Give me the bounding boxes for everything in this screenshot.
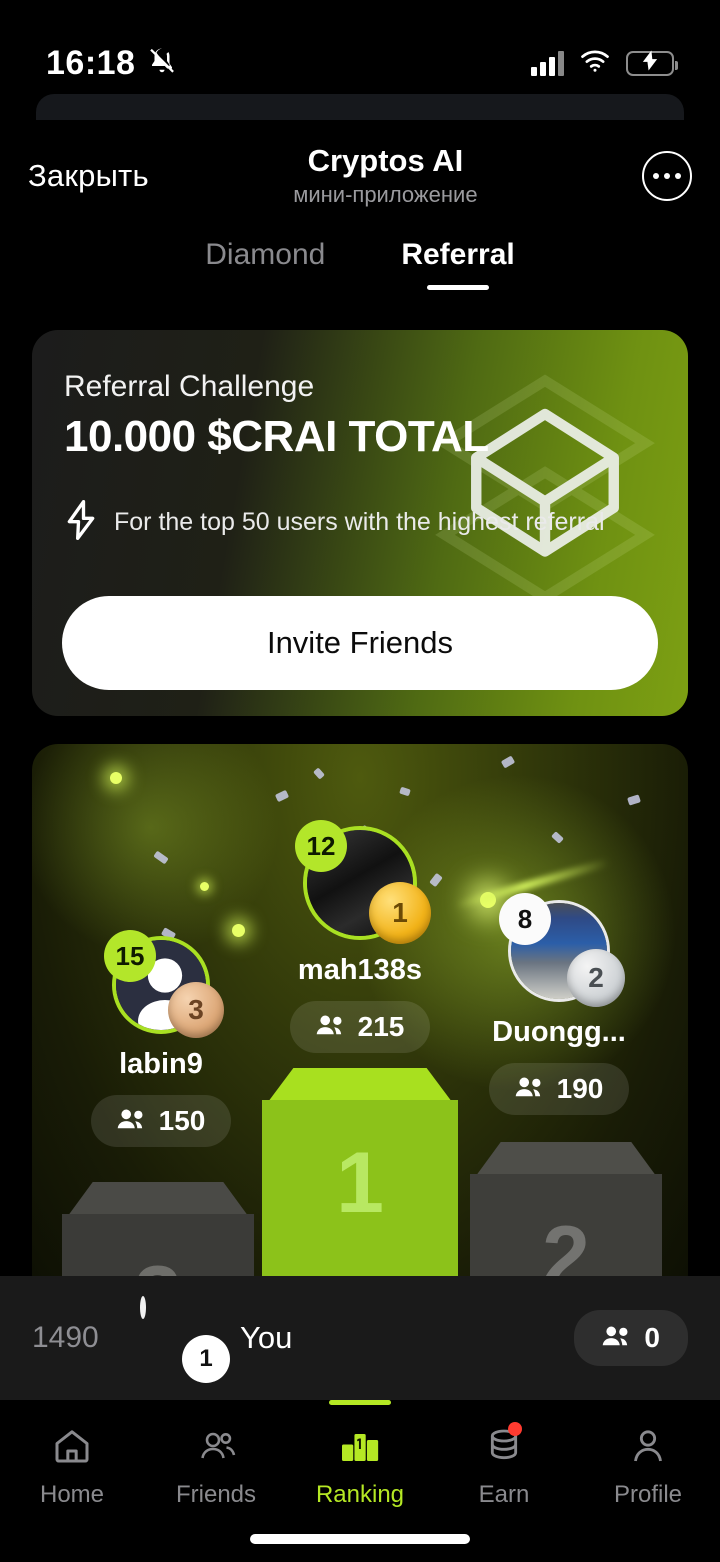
confetti-decor [500, 755, 516, 769]
banner-eyebrow: Referral Challenge [64, 370, 315, 403]
player-rank-badge: 8 [499, 893, 551, 945]
profile-icon [628, 1426, 668, 1471]
banner-note: For the top 50 users with the highest re… [64, 500, 648, 545]
nav-label: Earn [478, 1481, 530, 1508]
current-user-rank: 1490 [32, 1321, 99, 1354]
player-name: Duongg... [492, 1016, 626, 1048]
player-name: labin9 [119, 1048, 203, 1080]
confetti-decor [313, 767, 325, 780]
avatar-image [140, 1296, 146, 1319]
status-time: 16:18 [46, 43, 136, 82]
avatar[interactable]: 8 2 [499, 893, 625, 1007]
confetti-decor [399, 786, 411, 797]
invite-friends-button[interactable]: Invite Friends [62, 596, 658, 690]
podium-front-face: 1 [262, 1100, 458, 1302]
player-rank-badge: 15 [104, 930, 156, 982]
tab-diamond[interactable]: Diamond [205, 238, 325, 290]
current-user-level-badge: 1 [182, 1335, 230, 1383]
nav-label: Home [39, 1481, 105, 1508]
avatar[interactable]: 12 1 [295, 820, 431, 944]
page-title: Cryptos AI [307, 142, 464, 178]
wifi-icon [580, 49, 610, 78]
banner-headline: 10.000 $CRAI TOTAL [64, 412, 489, 461]
spark-decor [200, 882, 209, 891]
banner-text-block: Referral Challenge 10.000 $CRAI TOTAL Fo… [32, 330, 688, 545]
cellular-signal-icon [531, 50, 564, 76]
nav-label: Friends [175, 1481, 257, 1508]
status-bar-left: 16:18 [46, 44, 177, 83]
home-indicator [250, 1534, 470, 1544]
podium-player-first[interactable]: 12 1 mah138s 215 [280, 820, 440, 1053]
confetti-decor [627, 794, 641, 806]
current-user-score-badge: 0 [574, 1310, 688, 1366]
player-score-badge: 215 [289, 1001, 431, 1053]
medal-gold-icon: 1 [369, 882, 431, 944]
home-icon [52, 1426, 92, 1471]
nav-item-home[interactable]: Home [0, 1426, 144, 1509]
podium-player-second[interactable]: 8 2 Duongg... 190 [484, 893, 634, 1115]
tab-bar: Diamond Referral [0, 238, 720, 306]
page-subtitle: мини-приложение [293, 181, 478, 207]
podium-block-first: 1 [262, 1068, 458, 1302]
nav-item-earn[interactable]: Earn [432, 1422, 576, 1509]
status-bar: 16:18 [0, 0, 720, 100]
confetti-decor [274, 789, 290, 803]
spark-decor [110, 772, 122, 784]
people-icon [602, 1322, 632, 1354]
confetti-decor [551, 831, 564, 844]
player-score-value: 190 [556, 1073, 604, 1104]
nav-item-friends[interactable]: Friends [144, 1426, 288, 1509]
player-score-value: 215 [357, 1011, 405, 1042]
people-icon [117, 1105, 147, 1137]
medal-silver-icon: 2 [567, 949, 625, 1007]
bottom-navigation: Home Friends Ranking Earn Profile [0, 1400, 720, 1562]
referral-challenge-card: Referral Challenge 10.000 $CRAI TOTAL Fo… [32, 330, 688, 716]
current-user-score-value: 0 [644, 1322, 660, 1353]
people-icon [316, 1011, 346, 1043]
avatar[interactable]: 1 [140, 1296, 230, 1383]
ranking-icon [339, 1426, 381, 1471]
app-screen: 16:18 Закрыть Cryptos AI мини-приложение… [0, 0, 720, 1562]
player-rank-badge: 12 [295, 820, 347, 872]
people-icon [515, 1073, 545, 1105]
tab-referral[interactable]: Referral [401, 238, 514, 290]
nav-label: Profile [613, 1481, 683, 1508]
medal-bronze-icon: 3 [168, 982, 224, 1038]
nav-item-profile[interactable]: Profile [576, 1426, 720, 1509]
more-options-icon[interactable] [642, 151, 692, 201]
battery-charging-icon [626, 50, 678, 76]
player-score-badge: 150 [90, 1095, 232, 1147]
notification-dot-badge [508, 1422, 522, 1436]
player-score-value: 150 [158, 1105, 206, 1136]
status-bar-right [531, 49, 678, 78]
sheet-handle [36, 94, 684, 120]
player-score-badge: 190 [488, 1063, 630, 1115]
nav-active-indicator [329, 1400, 391, 1405]
lightning-bolt-icon [64, 500, 98, 545]
current-user-row[interactable]: 1490 1 You 0 [0, 1276, 720, 1400]
confetti-decor [153, 850, 169, 865]
bell-muted-icon [147, 46, 177, 81]
nav-item-ranking[interactable]: Ranking [288, 1400, 432, 1509]
app-header: Закрыть Cryptos AI мини-приложение [0, 120, 720, 232]
banner-note-text: For the top 50 users with the highest re… [114, 508, 605, 536]
podium-player-third[interactable]: 15 3 labin9 150 [86, 930, 236, 1147]
avatar[interactable]: 15 3 [104, 930, 224, 1038]
current-user-name: You [240, 1320, 293, 1355]
nav-label: Ranking [315, 1481, 405, 1508]
player-name: mah138s [297, 954, 423, 986]
header-title-block: Cryptos AI мини-приложение [129, 143, 642, 209]
friends-icon [195, 1426, 237, 1471]
